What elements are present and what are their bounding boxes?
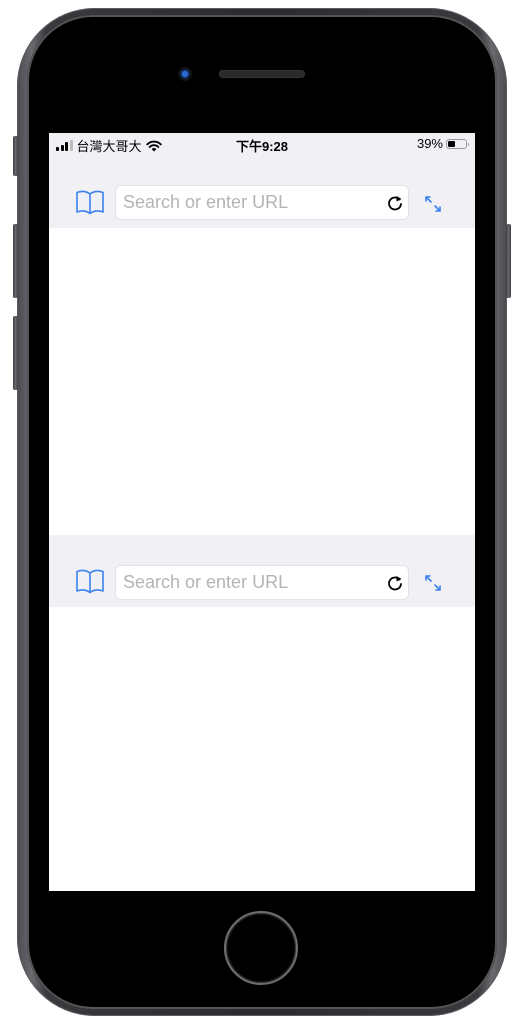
bottom-web-content[interactable] — [49, 607, 475, 891]
top-browser-toolbar — [49, 155, 475, 228]
screen: 台灣大哥大 下午9:28 39% — [49, 133, 475, 891]
url-field[interactable] — [115, 185, 409, 220]
front-camera — [178, 67, 192, 81]
battery-icon — [446, 138, 469, 149]
status-right: 39% — [416, 136, 469, 151]
status-bar: 台灣大哥大 下午9:28 39% — [49, 133, 475, 155]
power-button — [506, 224, 511, 298]
mute-switch — [13, 136, 18, 176]
battery-percent: 39% — [416, 136, 443, 151]
url-field[interactable] — [115, 565, 409, 600]
book-icon[interactable] — [75, 568, 105, 594]
home-button[interactable] — [224, 911, 298, 985]
bottom-browser-toolbar — [49, 535, 475, 607]
volume-down-button — [13, 316, 18, 390]
url-input[interactable] — [123, 186, 373, 219]
book-icon[interactable] — [75, 189, 105, 215]
top-web-content[interactable] — [49, 228, 475, 535]
volume-up-button — [13, 224, 18, 298]
reload-icon[interactable] — [386, 194, 404, 212]
expand-arrows-icon[interactable] — [423, 194, 443, 214]
status-time: 下午9:28 — [235, 139, 289, 154]
url-input[interactable] — [123, 566, 373, 599]
earpiece-speaker — [219, 70, 305, 78]
reload-icon[interactable] — [386, 574, 404, 592]
expand-arrows-icon[interactable] — [423, 573, 443, 593]
